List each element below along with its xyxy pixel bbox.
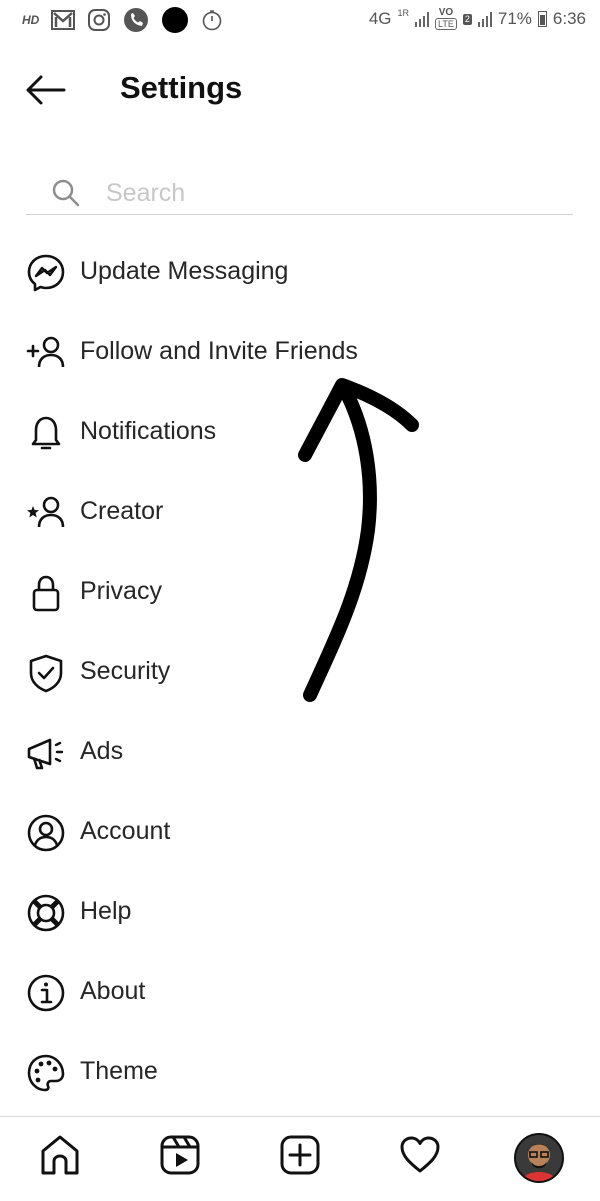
- annotation-arrow: [298, 378, 419, 702]
- palette-icon: [27, 1054, 65, 1092]
- menu-item-about[interactable]: About: [0, 953, 600, 1033]
- nav-create-button[interactable]: [278, 1133, 322, 1177]
- account-circle-icon: [27, 814, 65, 852]
- star-person-icon: [27, 496, 65, 528]
- shield-check-icon: [29, 654, 63, 693]
- bottom-nav: [0, 1116, 600, 1201]
- menu-item-account[interactable]: Account: [0, 793, 600, 873]
- search-icon: [52, 179, 80, 207]
- menu-item-ads[interactable]: Ads: [0, 713, 600, 793]
- battery-percent: 71%: [497, 9, 532, 28]
- header: Settings: [0, 60, 600, 120]
- signal-bars-icon: [415, 11, 430, 27]
- menu-item-label: Account: [80, 817, 171, 845]
- menu-item-label: Notifications: [80, 417, 217, 445]
- instagram-icon: [88, 9, 111, 31]
- sim2-badge: 2: [462, 13, 472, 25]
- search-bar[interactable]: [26, 174, 573, 215]
- home-icon: [41, 1135, 79, 1175]
- nav-reels-button[interactable]: [158, 1133, 202, 1177]
- menu-item-label: Privacy: [80, 577, 162, 605]
- megaphone-icon: [27, 738, 64, 770]
- menu-item-label: Theme: [80, 1057, 158, 1085]
- heart-icon: [400, 1136, 440, 1173]
- menu-item-label: Creator: [80, 497, 164, 525]
- profile-avatar[interactable]: [514, 1133, 564, 1183]
- menu-item-update-messaging[interactable]: Update Messaging: [0, 233, 600, 313]
- menu-item-help[interactable]: Help: [0, 873, 600, 953]
- bell-icon: [31, 416, 61, 450]
- status-left-icons: HD: [22, 6, 223, 34]
- menu-item-label: Follow and Invite Friends: [80, 337, 358, 365]
- nav-activity-button[interactable]: [398, 1133, 442, 1177]
- hd-indicator: HD: [22, 13, 40, 27]
- network-type: 4G: [368, 9, 392, 28]
- sim1-label: 1R: [397, 8, 410, 18]
- battery-icon: [537, 11, 547, 27]
- back-button[interactable]: [24, 72, 68, 108]
- add-person-icon: [26, 336, 65, 368]
- dot-app-icon: [162, 7, 189, 33]
- volte-icon: VO LTE: [435, 8, 457, 30]
- info-icon: [27, 974, 65, 1012]
- status-bar: HD 4G 1R VO LTE 2 71% 6:36: [0, 0, 600, 40]
- search-input[interactable]: [106, 178, 546, 208]
- menu-item-theme[interactable]: Theme: [0, 1033, 600, 1113]
- arrow-left-icon: [26, 75, 66, 105]
- menu-item-label: Help: [80, 897, 132, 925]
- lock-icon: [32, 575, 60, 612]
- lifebuoy-icon: [27, 894, 65, 932]
- messenger-icon: [27, 254, 65, 292]
- create-post-icon: [280, 1135, 320, 1175]
- gmail-icon: [51, 10, 76, 30]
- clock: 6:36: [552, 9, 586, 28]
- timer-icon: [203, 10, 222, 31]
- menu-item-label: About: [80, 977, 146, 1005]
- menu-item-label: Security: [80, 657, 171, 685]
- signal-bars-icon: [477, 11, 492, 27]
- phone-call-icon: [124, 8, 149, 32]
- nav-home-button[interactable]: [38, 1133, 82, 1177]
- menu-item-label: Ads: [80, 737, 124, 765]
- reels-icon: [160, 1135, 200, 1175]
- menu-item-label: Update Messaging: [80, 257, 289, 285]
- status-right-icons: 4G 1R VO LTE 2 71% 6:36: [369, 8, 586, 30]
- page-title: Settings: [120, 70, 243, 105]
- profile-avatar-image: [516, 1135, 562, 1181]
